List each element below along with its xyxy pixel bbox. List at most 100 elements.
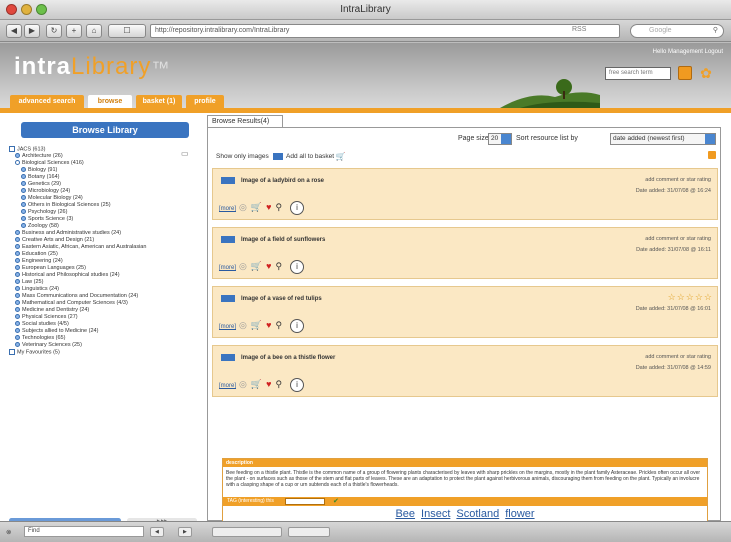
tab-basket[interactable]: basket (1) [136, 95, 182, 108]
add-rating-link[interactable]: add comment or star rating [645, 354, 711, 360]
tab-advanced-search[interactable]: advanced search [10, 95, 84, 108]
highlight-all-button[interactable] [212, 527, 282, 537]
add-rating-link[interactable]: add comment or star rating [645, 236, 711, 242]
sidebar-tree-item[interactable]: Sports Science (3) [9, 216, 203, 223]
rss-icon[interactable] [708, 151, 716, 159]
sidebar-tree-item[interactable]: Biology (91) [9, 167, 203, 174]
star-rating[interactable]: ☆☆☆☆☆ [668, 292, 713, 303]
sidebar-tree-item[interactable]: Creative Arts and Design (21) [9, 237, 203, 244]
binoculars-icon[interactable]: ⚲ [275, 379, 282, 389]
sidebar-tree-item[interactable]: Genetics (29) [9, 181, 203, 188]
tag-input[interactable] [285, 498, 325, 505]
user-links[interactable]: Hello Management Logout [653, 49, 723, 55]
binoculars-icon[interactable]: ⚲ [275, 202, 282, 212]
sort-select[interactable]: date added (newest first) [610, 133, 716, 145]
favourite-heart-icon[interactable]: ♥ [266, 202, 271, 212]
tab-profile[interactable]: profile [186, 95, 224, 108]
add-bookmark-button[interactable]: + [66, 24, 82, 38]
sidebar-tree-item[interactable]: European Languages (25) [9, 265, 203, 272]
preview-icon[interactable]: ◎ [239, 320, 247, 330]
browser-search-input[interactable]: Google ⚲ [630, 24, 724, 38]
sidebar-tree-item[interactable]: Mass Communications and Documentation (2… [9, 293, 203, 300]
page-size-select[interactable]: 20 [488, 133, 512, 145]
info-icon[interactable]: i [290, 200, 305, 215]
image-icon[interactable] [272, 153, 283, 160]
preview-icon[interactable]: ◎ [239, 261, 247, 271]
sidebar-tree-item[interactable]: Others in Biological Sciences (25) [9, 202, 203, 209]
sidebar-tree-item[interactable]: Architecture (26) [9, 153, 203, 160]
info-icon[interactable]: i [290, 318, 305, 333]
quick-search-input[interactable]: free search term [605, 67, 671, 80]
help-icon[interactable]: ✿ [697, 64, 715, 82]
sidebar-tree-item[interactable]: Linguistics (24) [9, 286, 203, 293]
sidebar-tree-item[interactable]: Medicine and Dentistry (24) [9, 307, 203, 314]
result-card[interactable]: Image of a field of sunflowers add commen… [212, 227, 718, 279]
add-rating-link[interactable]: add comment or star rating [645, 177, 711, 183]
sidebar-tree-item[interactable]: Botany (164) [9, 174, 203, 181]
tag-link[interactable]: flower [505, 508, 534, 520]
match-case-checkbox[interactable] [288, 527, 330, 537]
sidebar-tree-item[interactable]: Business and Administrative studies (24) [9, 230, 203, 237]
favourite-heart-icon[interactable]: ♥ [266, 379, 271, 389]
tag-link[interactable]: Insect [421, 508, 450, 520]
binoculars-icon[interactable]: ⚲ [275, 320, 282, 330]
more-link[interactable]: [more] [219, 324, 236, 330]
rss-link[interactable]: RSS [572, 26, 586, 33]
preview-icon[interactable]: ◎ [239, 202, 247, 212]
forward-button[interactable]: ▶ [24, 24, 40, 38]
check-icon[interactable]: ✔ [333, 497, 339, 506]
sidebar-tree-item[interactable]: Mathematical and Computer Sciences (4/3) [9, 300, 203, 307]
sidebar-tree-item[interactable]: Microbiology (24) [9, 188, 203, 195]
info-icon[interactable]: i [290, 259, 305, 274]
sidebar-tree-item[interactable]: Law (25) [9, 279, 203, 286]
result-title[interactable]: Image of a bee on a thistle flower [241, 355, 335, 361]
result-card[interactable]: Image of a bee on a thistle flower add co… [212, 345, 718, 397]
browse-library-button[interactable]: Browse Library [21, 122, 189, 138]
show-only-images-link[interactable]: Show only images [216, 153, 269, 160]
address-bar[interactable]: http://repository.intralibrary.com/Intra… [150, 24, 620, 38]
add-to-basket-icon[interactable]: 🛒 [251, 202, 262, 212]
preview-icon[interactable]: ◎ [239, 379, 247, 389]
result-card[interactable]: Image of a vase of red tulips ☆☆☆☆☆ Date a… [212, 286, 718, 338]
result-card[interactable]: Image of a ladybird on a rose add comment… [212, 168, 718, 220]
sidebar-tree-item[interactable]: Education (25) [9, 251, 203, 258]
favourite-heart-icon[interactable]: ♥ [266, 320, 271, 330]
add-to-basket-icon[interactable]: 🛒 [251, 320, 262, 330]
sidebar-tree-item[interactable]: Psychology (26) [9, 209, 203, 216]
sidebar-tree-item[interactable]: Biological Sciences (416) [9, 160, 203, 167]
favourite-heart-icon[interactable]: ♥ [266, 261, 271, 271]
intralibrary-logo[interactable]: intraLibrary™ [14, 53, 170, 81]
tag-link[interactable]: Scotland [456, 508, 499, 520]
binoculars-icon[interactable]: ⚲ [275, 261, 282, 271]
sidebar-tree-item[interactable]: Molecular Biology (24) [9, 195, 203, 202]
reload-button[interactable]: ↻ [46, 24, 62, 38]
more-link[interactable]: [more] [219, 206, 236, 212]
sidebar-tree-item[interactable]: Physical Sciences (27) [9, 314, 203, 321]
more-link[interactable]: [more] [219, 383, 236, 389]
sidebar-tree-item[interactable]: Eastern Asiatic, African, American and A… [9, 244, 203, 251]
back-button[interactable]: ◀ [6, 24, 22, 38]
bookmarks-button[interactable]: ☐ [108, 24, 146, 38]
result-title[interactable]: Image of a ladybird on a rose [241, 178, 324, 184]
add-all-to-basket-link[interactable]: Add all to basket [286, 153, 334, 160]
sidebar-tree-item[interactable]: Zoology (58) [9, 223, 203, 230]
search-go-button[interactable] [678, 66, 692, 80]
sidebar-tree-item[interactable]: Veterinary Sciences (25) [9, 342, 203, 349]
tab-browse[interactable]: browse [88, 95, 132, 108]
tag-link[interactable]: Bee [395, 508, 415, 520]
sidebar-tree-item[interactable]: Engineering (24) [9, 258, 203, 265]
basket-icon[interactable]: 🛒 [336, 152, 346, 161]
sidebar-tree-item[interactable]: Technologies (65) [9, 335, 203, 342]
add-to-basket-icon[interactable]: 🛒 [251, 261, 262, 271]
find-previous-button[interactable]: ◀ [150, 527, 164, 537]
sidebar-tree-item[interactable]: Subjects allied to Medicine (24) [9, 328, 203, 335]
info-icon[interactable]: i [290, 377, 305, 392]
more-link[interactable]: [more] [219, 265, 236, 271]
tree-root[interactable]: JACS (613) [9, 146, 203, 153]
sidebar-tree-item[interactable]: Social studies (4/5) [9, 321, 203, 328]
result-title[interactable]: Image of a field of sunflowers [241, 237, 325, 243]
close-icon[interactable]: ⊗ [6, 528, 11, 536]
my-favourites-item[interactable]: My Favourites (5) [9, 349, 203, 356]
result-title[interactable]: Image of a vase of red tulips [241, 296, 322, 302]
home-button[interactable]: ⌂ [86, 24, 102, 38]
